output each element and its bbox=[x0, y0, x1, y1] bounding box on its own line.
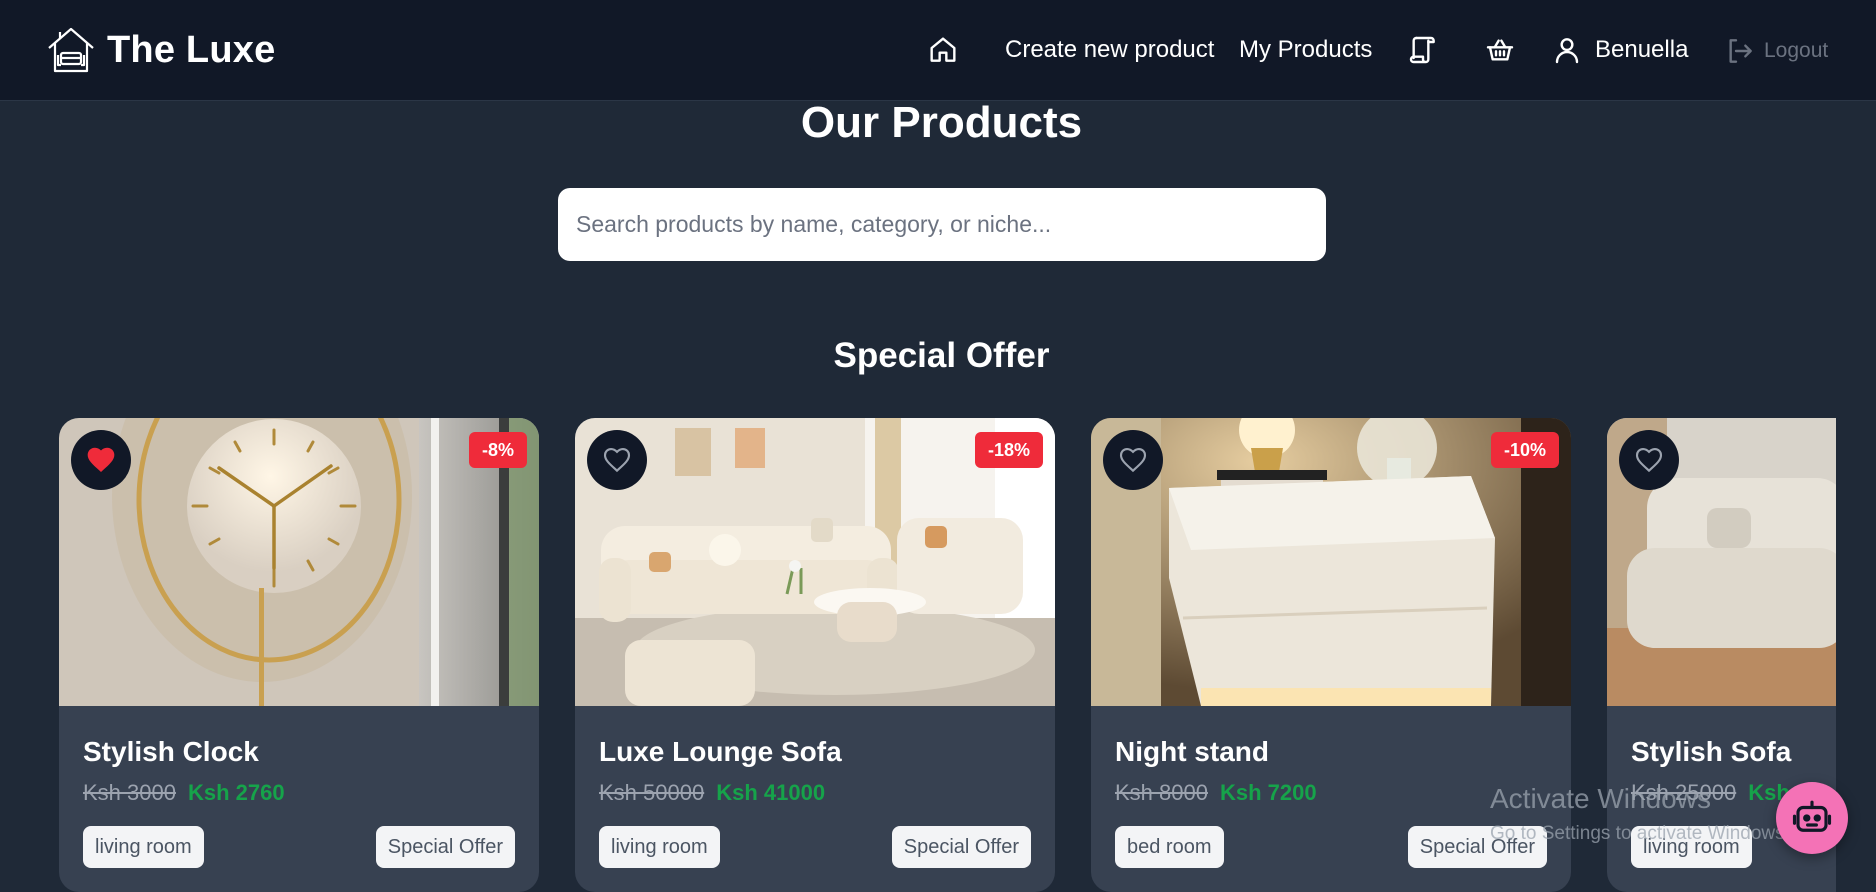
logout-button[interactable]: Logout bbox=[1724, 35, 1828, 67]
favorite-button[interactable] bbox=[1103, 430, 1163, 490]
watermark-title: Activate Windows bbox=[1490, 783, 1711, 814]
logout-icon bbox=[1729, 39, 1752, 63]
page-title: Our Products bbox=[800, 98, 1083, 147]
user-icon bbox=[1555, 38, 1579, 64]
offer-tag[interactable]: Special Offer bbox=[891, 826, 1031, 868]
sale-price: Ksh 7200 bbox=[1219, 780, 1317, 805]
product-name[interactable]: Stylish Clock bbox=[83, 736, 515, 768]
favorite-button[interactable] bbox=[71, 430, 131, 490]
original-price: Ksh 8000 bbox=[1115, 780, 1208, 805]
orders-link[interactable] bbox=[1407, 34, 1439, 66]
category-tag[interactable]: bed room bbox=[1115, 826, 1224, 868]
sale-price: Ksh 2760 bbox=[187, 780, 285, 805]
clock-image bbox=[59, 418, 539, 706]
user-profile-link[interactable]: Benuella bbox=[1551, 34, 1688, 66]
chatbot-button[interactable] bbox=[1776, 782, 1848, 854]
my-products-link[interactable]: My Products bbox=[1239, 36, 1372, 64]
heart-filled-icon bbox=[87, 447, 115, 472]
heart-outline-icon bbox=[1635, 447, 1663, 473]
product-name[interactable]: Stylish Sofa bbox=[1631, 736, 1836, 768]
cart-link[interactable] bbox=[1484, 34, 1516, 66]
offer-tag[interactable]: Special Offer bbox=[375, 826, 515, 868]
home-icon bbox=[930, 37, 956, 62]
scroll-icon bbox=[1409, 36, 1435, 64]
heart-outline-icon bbox=[603, 447, 631, 473]
my-products-label: My Products bbox=[1239, 36, 1373, 63]
original-price: Ksh 50000 bbox=[599, 780, 705, 805]
house-sofa-icon bbox=[48, 27, 94, 73]
product-card[interactable]: -18% Luxe Lounge Sofa Ksh 50000 Ksh 41000… bbox=[575, 418, 1055, 892]
home-link[interactable] bbox=[927, 34, 959, 66]
discount-badge: -8% bbox=[468, 432, 527, 468]
favorite-button[interactable] bbox=[587, 430, 647, 490]
heart-outline-icon bbox=[1119, 447, 1147, 473]
watermark-subtitle: Go to Settings to activate Windows. bbox=[1490, 823, 1790, 844]
robot-icon bbox=[1792, 800, 1832, 832]
brand[interactable]: The Luxe bbox=[45, 24, 275, 76]
product-card[interactable]: -8% Stylish Clock Ksh 3000 Ksh 2760 livin… bbox=[59, 418, 539, 892]
product-image[interactable]: -18% bbox=[575, 418, 1055, 706]
product-image[interactable]: -10% bbox=[1091, 418, 1571, 706]
section-title: Special Offer bbox=[833, 336, 1050, 375]
brand-name: The Luxe bbox=[107, 28, 276, 71]
product-name[interactable]: Luxe Lounge Sofa bbox=[599, 736, 1031, 768]
navbar: The Luxe Create new product My Products bbox=[0, 0, 1876, 101]
search-input[interactable] bbox=[558, 188, 1326, 261]
discount-badge: -18% bbox=[974, 432, 1043, 468]
logout-label: Logout bbox=[1764, 39, 1829, 62]
basket-icon bbox=[1486, 39, 1514, 61]
category-tag[interactable]: living room bbox=[83, 826, 204, 868]
product-name[interactable]: Night stand bbox=[1115, 736, 1547, 768]
category-tag[interactable]: living room bbox=[599, 826, 720, 868]
product-image[interactable] bbox=[1607, 418, 1836, 706]
favorite-button[interactable] bbox=[1619, 430, 1679, 490]
user-name: Benuella bbox=[1595, 36, 1689, 63]
discount-badge: -10% bbox=[1490, 432, 1559, 468]
product-image[interactable]: -8% bbox=[59, 418, 539, 706]
create-product-label: Create new product bbox=[1005, 36, 1215, 63]
create-product-link[interactable]: Create new product bbox=[1005, 36, 1214, 64]
original-price: Ksh 3000 bbox=[83, 780, 176, 805]
activate-windows-watermark: Activate Windows Go to Settings to activ… bbox=[1490, 783, 1790, 845]
sale-price: Ksh 41000 bbox=[716, 780, 826, 805]
